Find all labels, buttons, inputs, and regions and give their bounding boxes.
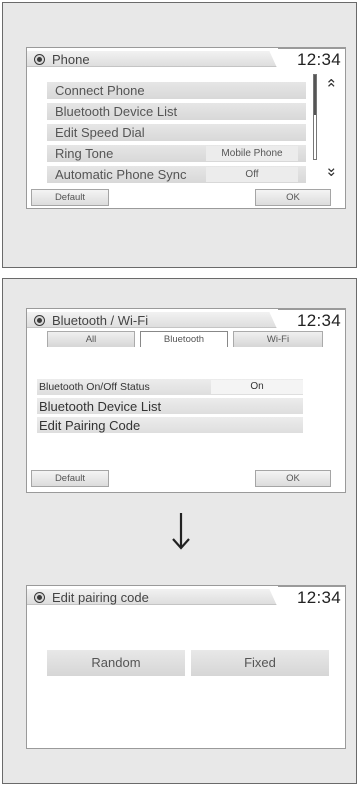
bluetooth-screen: Bluetooth / Wi-Fi 12:34 All Bluetooth Wi…: [26, 308, 346, 493]
menu-item-label: Bluetooth Device List: [55, 104, 178, 119]
default-button[interactable]: Default: [31, 470, 109, 487]
clock: 12:34: [296, 50, 341, 69]
double-chevron-up-icon-lower: ⌃: [325, 81, 338, 98]
edit-pairing-code-screen: Edit pairing code 12:34 Random Fixed: [26, 585, 346, 749]
phone-screen: Phone 12:34 Connect Phone Bluetooth Devi…: [26, 47, 346, 209]
clock-tab: 12:34: [268, 309, 346, 331]
scrollbar[interactable]: [313, 74, 317, 160]
menu-item-automatic-phone-sync[interactable]: Automatic Phone Sync Off: [47, 166, 306, 183]
clock-tab: 12:34: [268, 586, 346, 608]
title-bar: Edit pairing code 12:34: [27, 586, 346, 608]
down-arrow-icon: [172, 513, 190, 550]
clock: 12:34: [296, 311, 341, 330]
menu-item-label: Automatic Phone Sync: [55, 167, 187, 182]
ok-button[interactable]: OK: [255, 189, 331, 206]
menu-item-value: On: [211, 380, 303, 394]
tab-wifi[interactable]: Wi-Fi: [233, 331, 323, 347]
menu-item-bluetooth-status[interactable]: Bluetooth On/Off Status On: [37, 379, 303, 395]
bluetooth-panel: Bluetooth / Wi-Fi 12:34 All Bluetooth Wi…: [2, 278, 357, 784]
screen-title: Edit pairing code: [52, 590, 149, 605]
clock-tab: 12:34: [268, 48, 346, 70]
menu-item-bluetooth-device-list[interactable]: Bluetooth Device List: [47, 103, 306, 120]
menu-item-label: Edit Pairing Code: [39, 418, 141, 433]
title-bar: Bluetooth / Wi-Fi 12:34: [27, 309, 346, 331]
random-button[interactable]: Random: [47, 650, 185, 676]
menu-item-value: Mobile Phone: [206, 146, 298, 161]
menu-item-ring-tone[interactable]: Ring Tone Mobile Phone: [47, 145, 306, 162]
scrollbar-thumb[interactable]: [314, 75, 316, 115]
menu-item-connect-phone[interactable]: Connect Phone: [47, 82, 306, 99]
double-chevron-down-icon-lower: ⌄: [325, 163, 338, 180]
menu-item-label: Connect Phone: [55, 83, 145, 98]
default-button[interactable]: Default: [31, 189, 109, 206]
screen-title: Bluetooth / Wi-Fi: [52, 313, 149, 328]
menu-item-edit-speed-dial[interactable]: Edit Speed Dial: [47, 124, 306, 141]
tab-all[interactable]: All: [47, 331, 135, 347]
settings-icon: [35, 316, 44, 325]
clock: 12:34: [296, 588, 341, 607]
menu-item-label: Bluetooth On/Off Status: [39, 381, 150, 393]
phone-menu-panel: Phone 12:34 Connect Phone Bluetooth Devi…: [2, 2, 357, 268]
menu-item-edit-pairing-code[interactable]: Edit Pairing Code: [37, 417, 303, 433]
tab-bluetooth[interactable]: Bluetooth: [140, 331, 228, 347]
menu-item-label: Bluetooth Device List: [39, 399, 162, 414]
menu-item-label: Ring Tone: [55, 146, 114, 161]
screen-title: Phone: [52, 52, 90, 67]
menu-item-value: Off: [206, 167, 298, 182]
settings-icon: [35, 55, 44, 64]
fixed-button[interactable]: Fixed: [191, 650, 329, 676]
ok-button[interactable]: OK: [255, 470, 331, 487]
menu-item-bluetooth-device-list[interactable]: Bluetooth Device List: [37, 398, 303, 414]
menu-item-label: Edit Speed Dial: [55, 125, 145, 140]
title-bar: Phone 12:34: [27, 48, 346, 70]
settings-icon: [35, 593, 44, 602]
